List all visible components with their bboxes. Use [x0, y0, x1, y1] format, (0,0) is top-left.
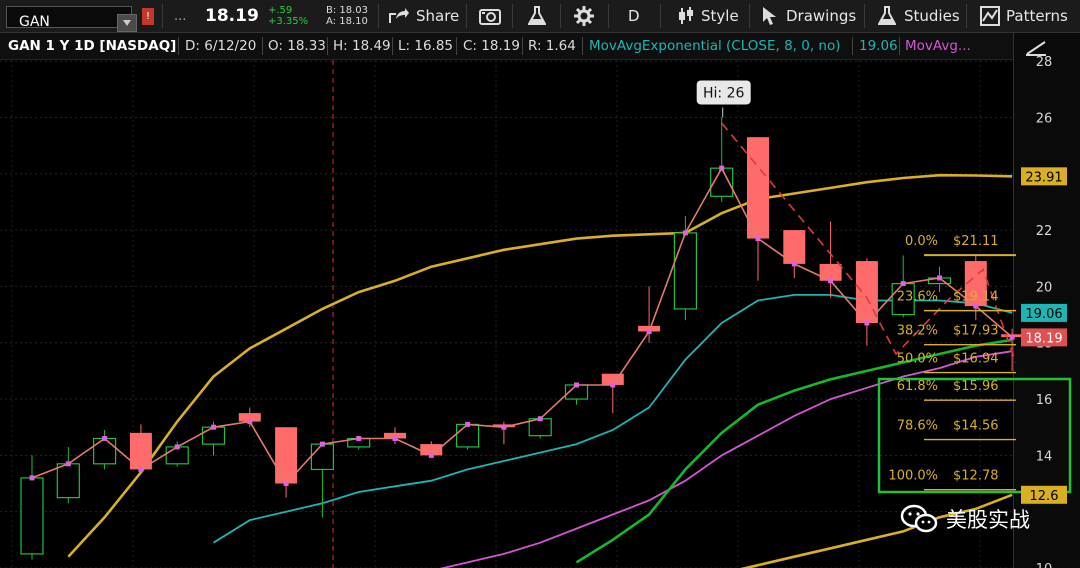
price-tag-label: 23.91: [1025, 170, 1062, 185]
close-marker: [465, 421, 471, 427]
close-marker: [283, 481, 289, 487]
close-marker: [864, 320, 870, 326]
fib-price-label: $16.94: [953, 352, 999, 367]
price-axis-tick: 20: [1036, 280, 1053, 295]
close-marker: [682, 230, 688, 236]
close-marker: [319, 441, 325, 447]
fib-price-label: $15.96: [953, 379, 999, 394]
close-marker: [574, 382, 579, 388]
wechat-icon: [900, 504, 938, 533]
close-marker: [646, 328, 652, 334]
candle-body: [56, 463, 80, 499]
candle-body: [819, 263, 842, 281]
candle-body: [201, 426, 226, 445]
hi-callout-label: Hi: 26: [703, 85, 744, 101]
close-price-zigzag: [31, 166, 1013, 485]
price-tag-label: 12.6: [1030, 489, 1059, 504]
close-marker: [719, 165, 725, 171]
fib-percent-label: 78.6%: [897, 419, 938, 434]
close-marker: [501, 424, 507, 430]
candle-body: [456, 423, 480, 448]
close-marker: [356, 435, 362, 441]
candle-body: [92, 437, 117, 465]
fib-price-label: $14.56: [953, 419, 999, 434]
candle-body: [310, 443, 334, 471]
price-tag-label: 18.19: [1025, 331, 1062, 346]
fib-price-label: $21.11: [953, 234, 999, 249]
close-marker: [828, 278, 834, 284]
candle-body: [673, 232, 698, 310]
candle-body: [165, 446, 189, 465]
fib-price-label: $17.93: [953, 324, 999, 339]
close-marker: [755, 236, 761, 242]
fib-percent-label: 38.2%: [897, 324, 938, 339]
close-marker: [247, 419, 253, 425]
price-axis-tick: 14: [1036, 449, 1053, 464]
close-marker: [428, 452, 434, 458]
close-marker: [138, 466, 144, 472]
close-marker: [610, 382, 616, 388]
price-axis-tick: 16: [1036, 393, 1053, 408]
fib-percent-label: 23.6%: [897, 290, 938, 305]
moving-average-line: [67, 173, 1013, 558]
close-marker: [102, 435, 108, 441]
watermark-text: 美股实战: [946, 508, 1030, 532]
price-tag-label: 19.06: [1025, 307, 1062, 322]
close-marker: [174, 444, 180, 450]
chart-settings-icon[interactable]: [1024, 38, 1048, 58]
close-marker: [392, 435, 398, 441]
close-marker: [211, 424, 216, 430]
fib-percent-label: 0.0%: [905, 234, 938, 249]
price-axis-tick: 28: [1036, 55, 1053, 70]
close-marker: [1009, 334, 1015, 340]
close-marker: [65, 461, 71, 467]
fib-percent-label: 61.8%: [897, 379, 938, 394]
fib-percent-label: 50.0%: [897, 352, 938, 367]
close-marker: [537, 416, 543, 422]
fib-percent-label: 100.0%: [888, 469, 938, 484]
price-axis-tick: 22: [1036, 224, 1053, 239]
close-marker: [29, 475, 35, 481]
close-marker: [900, 281, 906, 287]
price-chart[interactable]: 0.0% $21.11 23.6% $19.14 38.2% $17.93 50.0% $16…: [0, 0, 1080, 568]
fib-price-label: $19.14: [953, 290, 999, 305]
fib-price-label: $12.78: [953, 469, 999, 484]
close-marker: [791, 261, 797, 267]
price-axis-tick: 10: [1036, 562, 1053, 568]
close-marker: [937, 275, 942, 281]
candle-body: [20, 477, 44, 555]
price-axis-tick: 26: [1036, 111, 1053, 126]
watermark: 美股实战: [900, 504, 1030, 534]
